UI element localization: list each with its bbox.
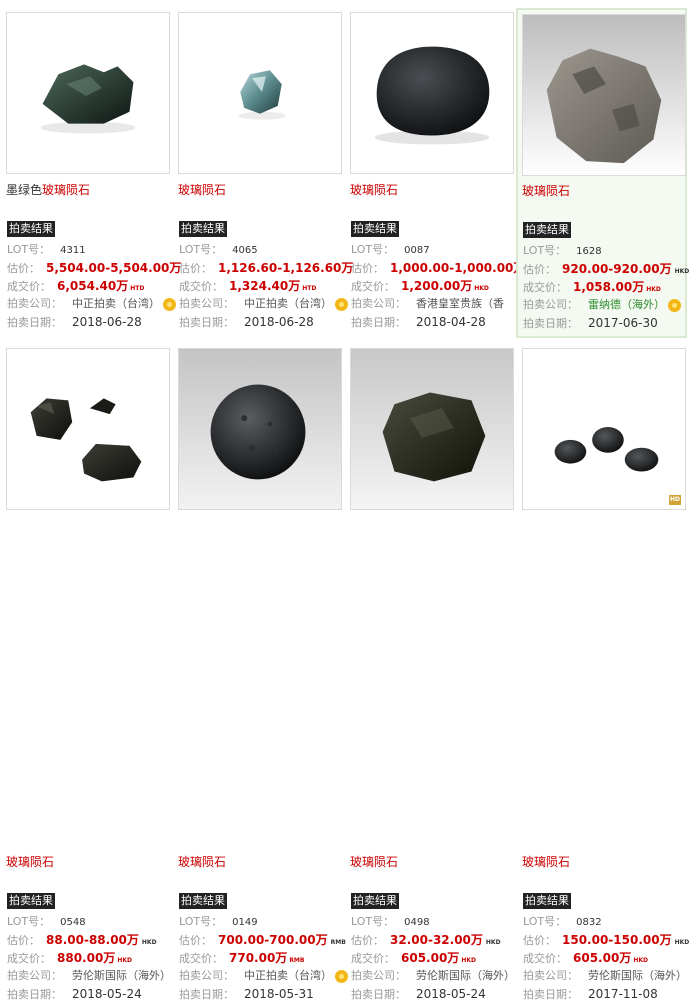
- date-row: 拍卖日期： 2017-11-08: [523, 987, 658, 1001]
- lot-card[interactable]: 玻璃陨石 拍卖结果 LOT号： 0087 估价： 1,000.00-1,000.00…: [344, 0, 525, 330]
- medal-icon: [335, 969, 348, 983]
- deal-price-row: 成交价： 605.00万 HKD: [523, 951, 648, 965]
- date-row: 拍卖日期： 2018-05-31: [179, 987, 314, 1001]
- lot-number-row: LOT号： 0498: [351, 915, 430, 928]
- company-row: 拍卖公司： 劳伦斯国际（海外）: [7, 969, 171, 982]
- lot-number-row: LOT号： 0087: [351, 243, 430, 256]
- estimate-row: 估价： 1,126.60-1,126.60万: [179, 261, 354, 275]
- lot-title[interactable]: 玻璃陨石: [522, 182, 570, 199]
- deal-price-row: 成交价： 605.00万 HKD: [351, 951, 476, 965]
- lot-number-row: LOT号： 4065: [179, 243, 258, 256]
- lot-image[interactable]: [522, 14, 686, 176]
- auction-result-badge: 拍卖结果: [179, 221, 227, 237]
- lot-image[interactable]: HD: [522, 348, 686, 510]
- estimate-row: 估价： 88.00-88.00万 HKD: [7, 933, 157, 947]
- lot-number-row: LOT号： 1628: [523, 244, 602, 257]
- lot-title[interactable]: 玻璃陨石: [350, 181, 398, 198]
- date-row: 拍卖日期： 2018-06-28: [179, 315, 314, 329]
- date-row: 拍卖日期： 2018-06-28: [7, 315, 142, 329]
- lot-number-row: LOT号： 0149: [179, 915, 258, 928]
- lot-card-selected[interactable]: 玻璃陨石 拍卖结果 LOT号： 1628 估价： 920.00-920.00万 HKD…: [516, 8, 690, 338]
- auction-results-grid: 墨绿色玻璃陨石 拍卖结果 LOT号： 4311 估价： 5,504.00-5,504…: [0, 0, 700, 1001]
- date-row: 拍卖日期： 2017-06-30: [523, 316, 658, 330]
- estimate-row: 估价： 5,504.00-5,504.00万: [7, 261, 182, 275]
- date-row: 拍卖日期： 2018-05-24: [7, 987, 142, 1001]
- auction-result-badge: 拍卖结果: [523, 893, 571, 909]
- auction-result-badge: 拍卖结果: [523, 222, 571, 238]
- estimate-row: 估价： 700.00-700.00万 RMB: [179, 933, 346, 947]
- company-row: 拍卖公司： 香港皇室贵族（香: [351, 297, 504, 310]
- lot-image[interactable]: [350, 12, 514, 174]
- lot-card[interactable]: 玻璃陨石 拍卖结果 LOT号： 4065 估价： 1,126.60-1,126.60…: [172, 0, 353, 330]
- lot-title[interactable]: 玻璃陨石: [6, 853, 54, 870]
- deal-price-row: 成交价： 1,200.00万 HKD: [351, 279, 489, 293]
- date-row: 拍卖日期： 2018-05-24: [351, 987, 486, 1001]
- company-row: 拍卖公司： 中正拍卖（台湾）: [179, 296, 348, 312]
- estimate-row: 估价： 920.00-920.00万 HKD: [523, 262, 690, 276]
- lot-number-row: LOT号： 4311: [7, 243, 86, 256]
- lot-title[interactable]: 墨绿色玻璃陨石: [6, 181, 90, 198]
- lot-card[interactable]: 玻璃陨石 拍卖结果 LOT号： 0149 估价： 700.00-700.00万 RMB…: [172, 336, 348, 1001]
- company-row: 拍卖公司： 劳伦斯国际（海外）: [523, 969, 687, 982]
- deal-price-row: 成交价： 770.00万 RMB: [179, 951, 305, 965]
- estimate-row: 估价： 32.00-32.00万 HKD: [351, 933, 501, 947]
- lot-image[interactable]: [6, 348, 170, 510]
- lot-title[interactable]: 玻璃陨石: [522, 853, 570, 870]
- deal-price-row: 成交价： 6,054.40万 HTD: [7, 279, 145, 293]
- lot-image[interactable]: [178, 348, 342, 510]
- deal-price-row: 成交价： 880.00万 HKD: [7, 951, 132, 965]
- auction-result-badge: 拍卖结果: [179, 893, 227, 909]
- lot-title[interactable]: 玻璃陨石: [350, 853, 398, 870]
- auction-result-badge: 拍卖结果: [7, 221, 55, 237]
- auction-result-badge: 拍卖结果: [351, 221, 399, 237]
- lot-image[interactable]: [178, 12, 342, 174]
- estimate-row: 估价： 1,000.00-1,000.00万: [351, 261, 526, 275]
- lot-image[interactable]: [6, 12, 170, 174]
- date-row: 拍卖日期： 2018-04-28: [351, 315, 486, 329]
- medal-icon: [668, 298, 681, 312]
- lot-title[interactable]: 玻璃陨石: [178, 853, 226, 870]
- company-row: 拍卖公司： 中正拍卖（台湾）: [7, 296, 176, 312]
- lot-card[interactable]: 玻璃陨石 拍卖结果 LOT号： 0548 估价： 88.00-88.00万 HKD 成…: [0, 336, 171, 1001]
- company-row: 拍卖公司： 雷纳德（海外）: [523, 297, 681, 313]
- auction-result-badge: 拍卖结果: [7, 893, 55, 909]
- lot-number-row: LOT号： 0548: [7, 915, 86, 928]
- company-row: 拍卖公司： 劳伦斯国际（海外）: [351, 969, 515, 982]
- deal-price-row: 成交价： 1,058.00万 HKD: [523, 280, 661, 294]
- deal-price-row: 成交价： 1,324.40万 HTD: [179, 279, 317, 293]
- lot-card[interactable]: 玻璃陨石 拍卖结果 LOT号： 0498 估价： 32.00-32.00万 HKD 成…: [344, 336, 515, 1001]
- lot-title[interactable]: 玻璃陨石: [178, 181, 226, 198]
- lot-card[interactable]: HD 玻璃陨石 拍卖结果 LOT号： 0832 估价： 150.00-150.00万…: [516, 336, 689, 1001]
- lot-card[interactable]: 墨绿色玻璃陨石 拍卖结果 LOT号： 4311 估价： 5,504.00-5,504…: [0, 0, 181, 330]
- estimate-row: 估价： 150.00-150.00万 HKD: [523, 933, 690, 947]
- auction-result-badge: 拍卖结果: [351, 893, 399, 909]
- lot-number-row: LOT号： 0832: [523, 915, 602, 928]
- lot-image[interactable]: [350, 348, 514, 510]
- company-row: 拍卖公司： 中正拍卖（台湾）: [179, 968, 348, 984]
- hd-badge-icon: HD: [669, 495, 681, 505]
